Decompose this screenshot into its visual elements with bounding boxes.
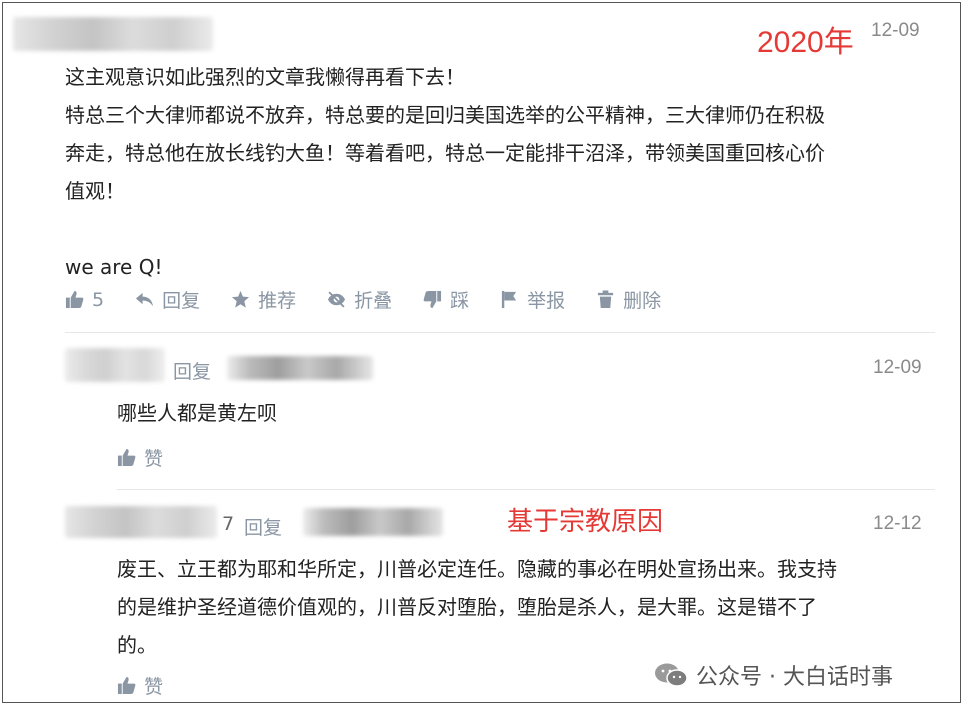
watermark-text: 公众号 · 大白话时事 bbox=[696, 665, 893, 690]
reply-like-button[interactable]: 赞 bbox=[117, 672, 163, 699]
year-annotation: 2020年 bbox=[757, 26, 854, 59]
separator bbox=[65, 332, 935, 333]
recommend-label: 推荐 bbox=[258, 290, 297, 312]
trash-icon bbox=[598, 290, 614, 309]
reply-target-redacted[interactable] bbox=[303, 508, 443, 536]
reply-avatar-redacted[interactable] bbox=[65, 506, 217, 538]
reply-to-label: 回复 bbox=[244, 517, 283, 539]
report-label: 举报 bbox=[527, 290, 566, 312]
delete-button[interactable]: 删除 bbox=[596, 286, 661, 313]
flag-icon bbox=[502, 290, 517, 309]
annotation-label: 基于宗教原因 bbox=[507, 507, 664, 537]
thumbs-up-icon bbox=[65, 290, 84, 309]
dislike-button[interactable]: 踩 bbox=[423, 286, 469, 313]
comment-actions-bar: 5 回复 推荐 折叠 踩 举报 删除 bbox=[65, 286, 692, 313]
dislike-label: 踩 bbox=[450, 290, 470, 312]
reply-actions-bar: 赞 bbox=[117, 444, 194, 471]
like-label: 赞 bbox=[144, 676, 164, 698]
like-button[interactable]: 5 bbox=[65, 289, 104, 311]
separator bbox=[117, 489, 935, 490]
delete-label: 删除 bbox=[623, 290, 662, 312]
comment-text: 这主观意识如此强烈的文章我懒得再看下去！ 特总三个大律师都说不放弃，特总要的是回… bbox=[65, 65, 825, 279]
reply-date: 12-09 bbox=[873, 357, 922, 378]
reply-button[interactable]: 回复 bbox=[135, 286, 200, 313]
reply-target-redacted[interactable] bbox=[227, 356, 373, 380]
reply-text: 废王、立王都为耶和华所定，川普必定连任。隐藏的事必在明处宣扬出来。我支持 的是维… bbox=[117, 557, 837, 657]
thumbs-up-icon bbox=[117, 448, 136, 467]
fold-label: 折叠 bbox=[354, 290, 393, 312]
like-label: 赞 bbox=[144, 448, 164, 470]
username-partial-char: 7 bbox=[222, 513, 235, 535]
star-icon bbox=[232, 290, 250, 308]
thumbs-up-icon bbox=[117, 676, 136, 695]
reply-arrow-icon bbox=[136, 292, 154, 307]
reply-label: 回复 bbox=[162, 290, 201, 312]
report-button[interactable]: 举报 bbox=[500, 286, 565, 313]
reply-actions-bar: 赞 bbox=[117, 672, 194, 699]
reply-text: 哪些人都是黄左呗 bbox=[117, 401, 277, 425]
reply-date: 12-12 bbox=[873, 513, 922, 534]
reply-like-button[interactable]: 赞 bbox=[117, 444, 163, 471]
eye-slash-icon bbox=[328, 291, 346, 308]
wechat-watermark: 公众号 · 大白话时事 bbox=[654, 659, 893, 691]
like-count: 5 bbox=[92, 288, 105, 311]
thumbs-down-icon bbox=[423, 290, 442, 309]
avatar-username-redacted[interactable] bbox=[13, 17, 213, 51]
wechat-icon bbox=[655, 663, 688, 687]
comment-thread-panel: 2020年 12-09 这主观意识如此强烈的文章我懒得再看下去！ 特总三个大律师… bbox=[2, 2, 961, 703]
reply-to-label: 回复 bbox=[173, 361, 212, 383]
fold-button[interactable]: 折叠 bbox=[327, 286, 392, 313]
recommend-button[interactable]: 推荐 bbox=[231, 286, 296, 313]
reply-avatar-redacted[interactable] bbox=[65, 348, 165, 382]
comment-date: 12-09 bbox=[871, 20, 920, 41]
